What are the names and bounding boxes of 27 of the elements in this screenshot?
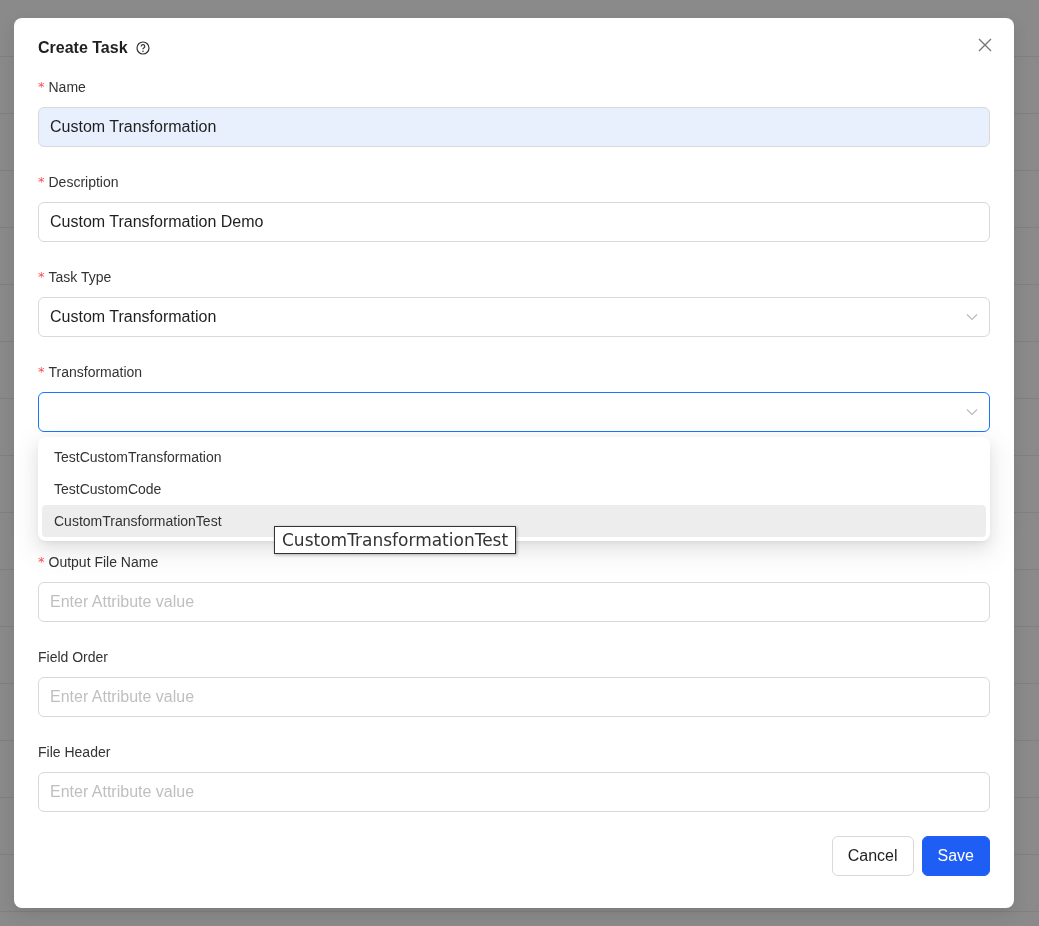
required-mark: * xyxy=(38,268,45,286)
required-mark: * xyxy=(38,363,45,381)
select-field[interactable] xyxy=(38,392,990,432)
chevron-down-icon xyxy=(966,313,978,321)
label-text: Task Type xyxy=(48,268,112,287)
tooltip: CustomTransformationTest xyxy=(274,526,517,554)
required-mark: * xyxy=(38,173,45,191)
label-text: Description xyxy=(48,173,119,192)
label-text: File Header xyxy=(38,743,111,762)
text-input[interactable]: Custom Transformation xyxy=(38,107,990,147)
select-field[interactable]: Custom Transformation xyxy=(38,297,990,337)
save-button[interactable]: Save xyxy=(921,836,990,876)
help-icon[interactable] xyxy=(135,41,150,55)
label-text: Output File Name xyxy=(48,553,159,572)
select-value: Custom Transformation xyxy=(50,308,217,326)
label-text: Field Order xyxy=(38,648,109,667)
cancel-button[interactable]: Cancel xyxy=(831,836,914,876)
text-input[interactable]: Enter Attribute value xyxy=(38,772,990,812)
text-input[interactable]: Enter Attribute value xyxy=(38,677,990,717)
label-text: Name xyxy=(48,78,86,97)
text-input[interactable]: Custom Transformation Demo xyxy=(38,202,990,242)
required-mark: * xyxy=(38,78,45,96)
required-mark: * xyxy=(38,553,45,571)
dialog-title: Create Task xyxy=(38,39,128,57)
chevron-down-icon xyxy=(966,408,978,416)
label-text: Transformation xyxy=(48,363,143,382)
text-input[interactable]: Enter Attribute value xyxy=(38,582,990,622)
